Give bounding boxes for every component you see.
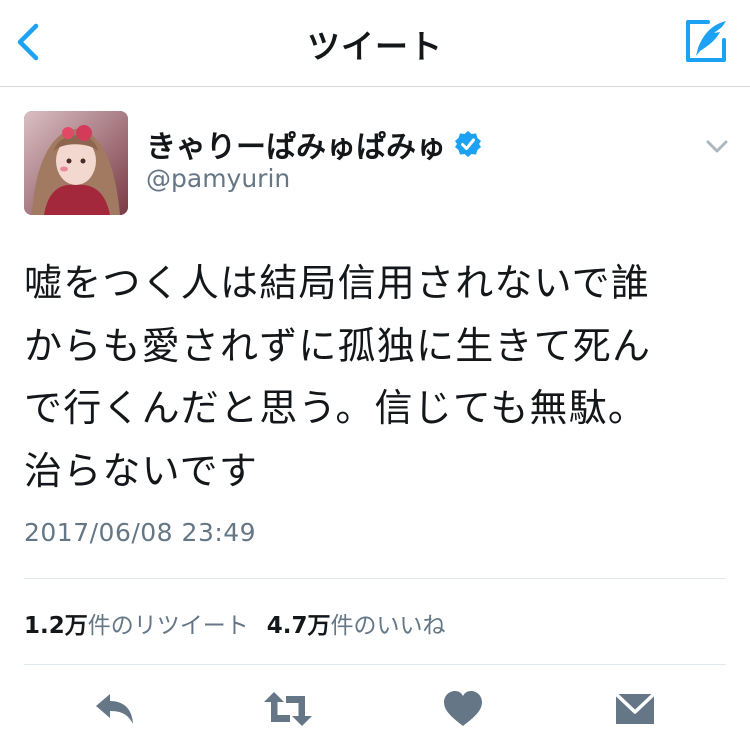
compose-button[interactable]	[684, 18, 730, 64]
reply-icon	[96, 694, 133, 724]
reply-button[interactable]	[92, 688, 138, 730]
tweet-timestamp: 2017/06/08 23:49	[24, 518, 257, 547]
heart-icon	[444, 691, 482, 726]
author-handle[interactable]: @pamyurin	[146, 164, 290, 193]
chevron-down-icon	[706, 140, 728, 153]
retweet-count[interactable]: 1.2万件のリツイート	[24, 613, 249, 639]
retweet-button[interactable]	[262, 688, 314, 730]
avatar-photo	[24, 111, 128, 215]
tweet-text-line: 嘘をつく人は結局信用されないで誰	[24, 261, 651, 305]
retweet-count-label: 件のリツイート	[87, 613, 249, 639]
tweet-text-line: からも愛されずに孤独に生きて死ん	[24, 323, 652, 368]
display-name[interactable]: きゃりーぱみゅぱみゅ	[146, 122, 446, 166]
tweet-text: 嘘をつく人は結局信用されないで誰 からも愛されずに孤独に生きて死ん で行くんだと思う…	[24, 252, 724, 502]
page-title: ツイート	[307, 27, 443, 66]
direct-message-button[interactable]	[612, 688, 658, 730]
like-button[interactable]	[440, 688, 486, 730]
tweet-text-line: 治らないです	[24, 448, 259, 493]
envelope-icon	[614, 692, 656, 724]
compose-quill-icon	[686, 20, 726, 62]
nav-bar: ツイート	[0, 0, 750, 87]
divider	[24, 578, 726, 579]
retweet-count-value: 1.2万	[24, 613, 88, 639]
divider	[24, 664, 726, 665]
author-name-row[interactable]: きゃりーぱみゅぱみゅ	[146, 122, 482, 166]
like-count-label: 件のいいね	[330, 613, 446, 639]
tweet-stats: 1.2万件のリツイート 4.7万件のいいね	[24, 606, 446, 640]
avatar[interactable]	[24, 111, 128, 215]
like-count-value: 4.7万	[266, 613, 331, 639]
tweet-menu-button[interactable]	[704, 136, 730, 156]
tweet-detail-screen: ツイート きゃりーぱみゅぱみゅ @pamyurin 嘘をつく人は結局信用されない…	[0, 0, 750, 751]
tweet-text-line: で行くんだと思う。信じても無駄。	[24, 386, 648, 430]
retweet-icon	[264, 692, 312, 726]
verified-badge-icon	[455, 131, 481, 157]
like-count[interactable]: 4.7万件のいいね	[267, 613, 446, 639]
